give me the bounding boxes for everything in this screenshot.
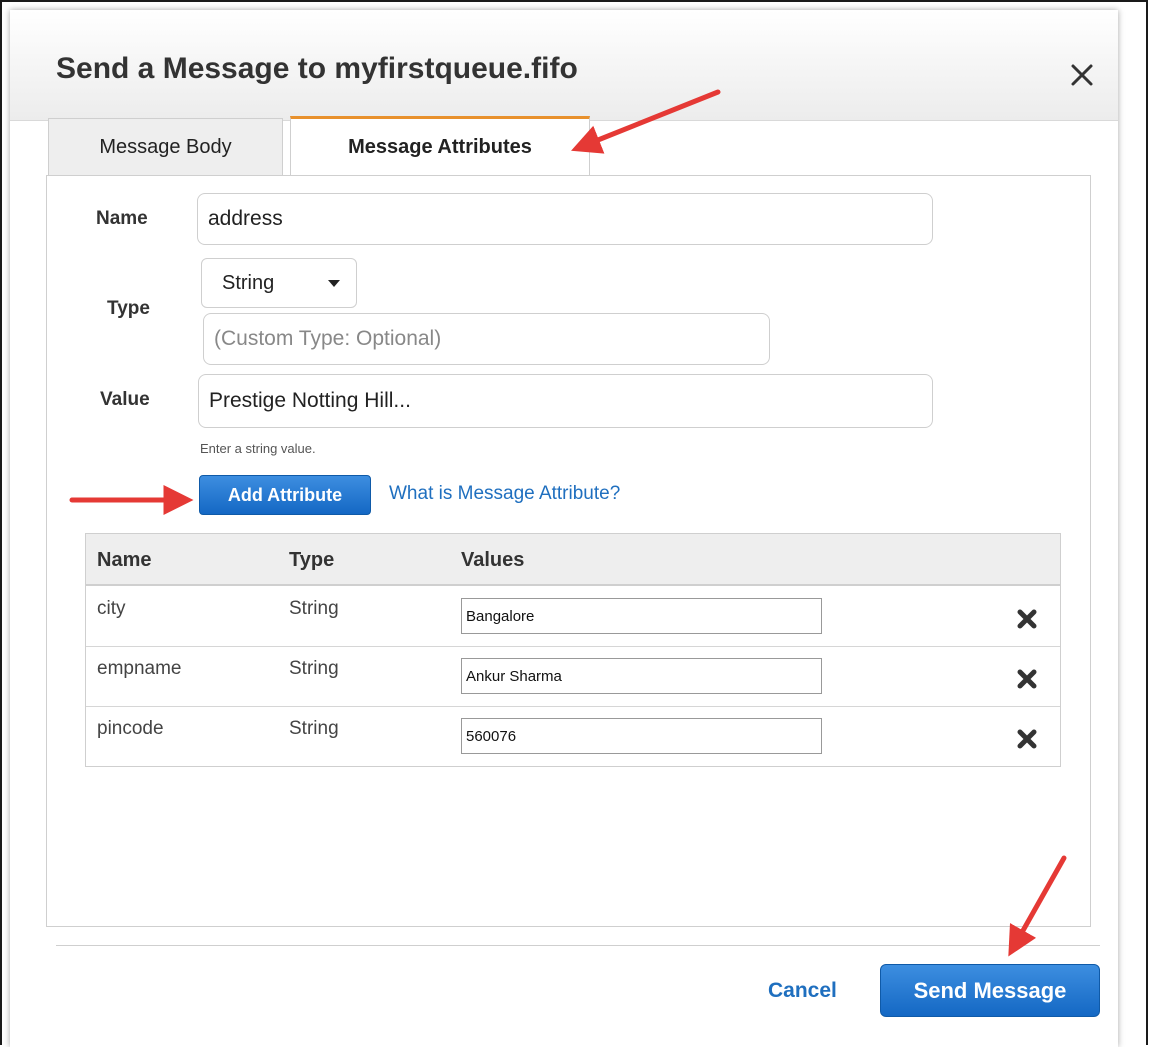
- table-row: empname String Ankur Sharma: [86, 646, 1060, 707]
- column-header-name: Name: [97, 549, 152, 571]
- row-value-input[interactable]: 560076: [461, 718, 822, 754]
- column-header-values: Values: [461, 549, 525, 571]
- column-header-type: Type: [289, 549, 335, 571]
- row-value: 560076: [466, 727, 517, 745]
- dialog-header: Send a Message to myfirstqueue.fifo: [10, 10, 1118, 121]
- tab-message-body[interactable]: Message Body: [48, 118, 283, 176]
- what-is-message-attribute-link[interactable]: What is Message Attribute?: [389, 483, 620, 505]
- row-type: String: [289, 718, 339, 739]
- row-name: city: [97, 598, 126, 619]
- dialog-title: Send a Message to myfirstqueue.fifo: [56, 52, 578, 85]
- type-label: Type: [107, 298, 150, 319]
- custom-type-placeholder: (Custom Type: Optional): [214, 327, 442, 350]
- cancel-button[interactable]: Cancel: [768, 979, 837, 1003]
- row-value: Bangalore: [466, 607, 535, 625]
- name-input[interactable]: address: [197, 193, 933, 245]
- row-name: empname: [97, 658, 182, 679]
- type-select-value: String: [222, 271, 275, 294]
- remove-x-icon[interactable]: [1016, 728, 1038, 750]
- row-value-input[interactable]: Bangalore: [461, 598, 822, 634]
- name-label: Name: [96, 208, 148, 229]
- row-type: String: [289, 658, 339, 679]
- attributes-table: Name Type Values city String Bangalore e…: [85, 533, 1061, 767]
- table-row: pincode String 560076: [86, 706, 1060, 766]
- value-label: Value: [100, 389, 150, 410]
- table-header: Name Type Values: [86, 534, 1060, 586]
- chevron-down-icon: [328, 280, 340, 287]
- row-value-input[interactable]: Ankur Sharma: [461, 658, 822, 694]
- value-input-value: Prestige Notting Hill...: [209, 389, 411, 412]
- table-row: city String Bangalore: [86, 586, 1060, 647]
- add-attribute-button[interactable]: Add Attribute: [199, 475, 371, 515]
- row-name: pincode: [97, 718, 164, 739]
- custom-type-input[interactable]: (Custom Type: Optional): [203, 313, 770, 365]
- send-message-button[interactable]: Send Message: [880, 964, 1100, 1017]
- row-value: Ankur Sharma: [466, 667, 562, 685]
- row-type: String: [289, 598, 339, 619]
- value-hint: Enter a string value.: [200, 441, 316, 456]
- type-select[interactable]: String: [201, 258, 357, 308]
- remove-x-icon[interactable]: [1016, 668, 1038, 690]
- tab-message-attributes[interactable]: Message Attributes: [290, 116, 590, 176]
- value-input[interactable]: Prestige Notting Hill...: [198, 374, 933, 428]
- close-icon[interactable]: [1067, 60, 1097, 90]
- name-input-value: address: [208, 207, 283, 230]
- footer-divider: [56, 945, 1100, 946]
- remove-x-icon[interactable]: [1016, 608, 1038, 630]
